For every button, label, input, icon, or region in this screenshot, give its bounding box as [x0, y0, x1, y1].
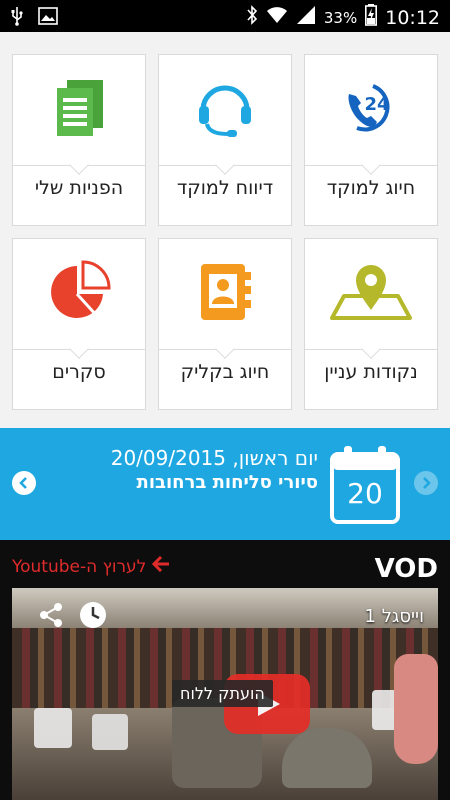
battery-charging-icon — [365, 4, 378, 31]
clock: 10:12 — [385, 6, 440, 29]
tile-surveys[interactable]: סקרים — [12, 238, 146, 410]
share-button[interactable] — [36, 602, 66, 632]
share-icon — [38, 602, 64, 632]
pie-chart-icon — [47, 260, 111, 328]
tile-my-requests[interactable]: הפניות שלי — [12, 54, 146, 226]
map-pin-icon — [326, 260, 416, 328]
documents-icon — [47, 76, 111, 144]
arrow-left-icon — [152, 555, 170, 577]
next-event-button[interactable] — [414, 471, 438, 495]
calendar-day: 20 — [347, 477, 383, 510]
bluetooth-icon — [246, 4, 258, 31]
tile-report-center[interactable]: דיווח למוקד — [158, 54, 292, 226]
tile-dial-center[interactable]: 24 חיוג למוקד — [304, 54, 438, 226]
vod-title: VOD — [374, 554, 438, 584]
wifi-icon — [266, 5, 288, 30]
watch-later-button[interactable] — [78, 602, 108, 632]
copied-toast: הועתק ללוח — [172, 680, 273, 707]
clock-icon — [79, 601, 107, 633]
contacts-book-icon — [193, 260, 257, 328]
tile-label: הפניות שלי — [34, 177, 124, 199]
video-player[interactable]: וייסגל 1 הועתק ללוח — [12, 588, 438, 800]
calendar-icon: 20 — [330, 444, 400, 524]
tile-label: סקרים — [52, 361, 106, 383]
tile-label: דיווח למוקד — [176, 177, 274, 199]
status-bar: 33% 10:12 — [0, 0, 450, 32]
signal-icon — [296, 5, 316, 30]
headset-icon — [193, 76, 257, 144]
tile-click-dial[interactable]: חיוג בקליק — [158, 238, 292, 410]
tile-points-of-interest[interactable]: נקודות עניין — [304, 238, 438, 410]
event-title: סיורי סליחות ברחובות — [136, 472, 318, 493]
usb-icon — [10, 6, 24, 30]
phone-24-icon: 24 — [339, 76, 403, 144]
tile-label: חיוג למוקד — [326, 177, 416, 199]
prev-event-button[interactable] — [12, 471, 36, 495]
video-title: וייסגל 1 — [364, 606, 424, 627]
chevron-left-icon — [18, 474, 30, 493]
battery-percent: 33% — [323, 8, 358, 27]
chevron-right-icon — [420, 474, 432, 493]
svg-text:24: 24 — [364, 94, 389, 115]
image-icon — [38, 7, 58, 29]
tile-label: נקודות עניין — [324, 361, 418, 383]
youtube-channel-link[interactable]: לערוץ ה-Youtube — [12, 555, 170, 577]
event-date: יום ראשון, 20/09/2015 — [110, 446, 318, 470]
event-banner[interactable]: יום ראשון, 20/09/2015 סיורי סליחות ברחוב… — [0, 428, 450, 540]
tile-label: חיוג בקליק — [180, 361, 270, 383]
vod-section: VOD לערוץ ה-Youtube וייסגל 1 הועתק ללוח — [0, 540, 450, 800]
youtube-link-label: לערוץ ה-Youtube — [12, 556, 147, 577]
